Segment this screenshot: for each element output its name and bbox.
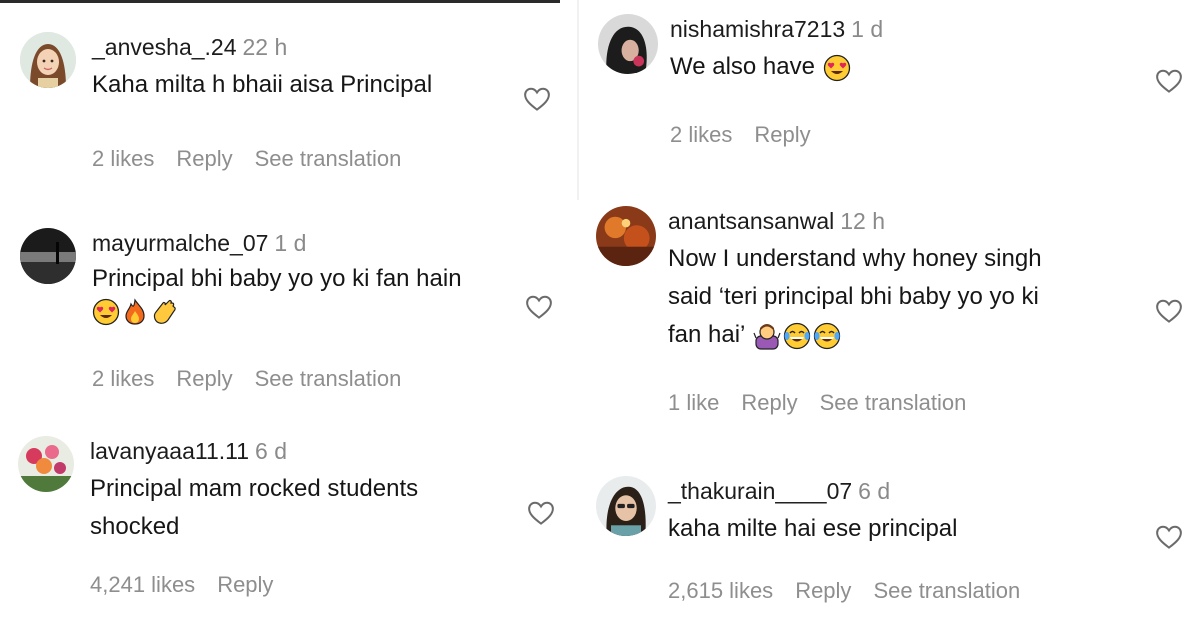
- timestamp[interactable]: 1 d: [274, 230, 306, 256]
- like-heart-icon[interactable]: [526, 498, 556, 528]
- heart-eyes-emoji: [823, 54, 851, 82]
- clapping-hands-emoji: [150, 298, 178, 326]
- avatar-girl-illustration-icon: [20, 32, 76, 88]
- timestamp[interactable]: 6 d: [255, 438, 287, 464]
- avatar-selfie-icon: [596, 476, 656, 536]
- username[interactable]: lavanyaaa11.11: [90, 438, 249, 464]
- reply-button[interactable]: Reply: [176, 366, 232, 391]
- timestamp[interactable]: 6 d: [858, 478, 890, 504]
- see-translation-link[interactable]: See translation: [820, 390, 967, 415]
- timestamp[interactable]: 22 h: [243, 34, 288, 60]
- avatar[interactable]: [596, 206, 656, 266]
- reply-button[interactable]: Reply: [217, 572, 273, 597]
- avatar[interactable]: [596, 476, 656, 536]
- avatar[interactable]: [20, 32, 76, 88]
- avatar-landscape-icon: [20, 228, 76, 284]
- comment-text: We also have: [670, 53, 815, 80]
- fire-emoji: [121, 298, 149, 326]
- see-translation-link[interactable]: See translation: [255, 366, 402, 391]
- like-heart-icon[interactable]: [524, 292, 554, 322]
- avatar-flowers-icon: [18, 436, 74, 492]
- comment-text: Principal mam rocked students: [90, 475, 419, 502]
- top-edge-strip: [0, 0, 560, 3]
- like-heart-icon[interactable]: [1154, 522, 1184, 552]
- likes-count[interactable]: 4,241 likes: [90, 572, 195, 597]
- see-translation-link[interactable]: See translation: [873, 578, 1020, 603]
- heart-eyes-emoji: [92, 298, 120, 326]
- likes-count[interactable]: 2 likes: [92, 366, 154, 391]
- avatar[interactable]: [18, 436, 74, 492]
- tears-of-joy-emoji: [783, 322, 811, 350]
- comment-text-line-3: fan hai’: [668, 321, 746, 348]
- likes-count[interactable]: 2,615 likes: [668, 578, 773, 603]
- likes-count[interactable]: 1 like: [668, 390, 719, 415]
- reply-button[interactable]: Reply: [176, 146, 232, 171]
- username[interactable]: anantsansanwal: [668, 208, 834, 234]
- username[interactable]: _thakurain____07: [668, 478, 852, 504]
- see-translation-link[interactable]: See translation: [255, 146, 402, 171]
- avatar[interactable]: [20, 228, 76, 284]
- comment-text: Kaha milta h bhaii aisa Principal: [92, 71, 433, 98]
- username[interactable]: mayurmalche_07: [92, 230, 268, 256]
- woman-shrugging-emoji: [753, 322, 781, 350]
- comment-text-line-2: said ‘teri principal bhi baby yo yo ki: [668, 283, 1039, 310]
- column-divider: [577, 0, 579, 200]
- likes-count[interactable]: 2 likes: [670, 122, 732, 147]
- comment-text: Principal bhi baby yo yo ki fan hain: [92, 265, 462, 292]
- comment-text: kaha milte hai ese principal: [668, 515, 958, 542]
- timestamp[interactable]: 12 h: [840, 208, 885, 234]
- tears-of-joy-emoji: [813, 322, 841, 350]
- username[interactable]: nishamishra7213: [670, 16, 845, 42]
- avatar-portrait-dark-icon: [598, 14, 658, 74]
- likes-count[interactable]: 2 likes: [92, 146, 154, 171]
- reply-button[interactable]: Reply: [741, 390, 797, 415]
- like-heart-icon[interactable]: [1154, 296, 1184, 326]
- comment-text-line-2: shocked: [90, 513, 180, 540]
- avatar[interactable]: [598, 14, 658, 74]
- comment-text: Now I understand why honey singh: [668, 245, 1042, 272]
- reply-button[interactable]: Reply: [754, 122, 810, 147]
- avatar-warm-photo-icon: [596, 206, 656, 266]
- reply-button[interactable]: Reply: [795, 578, 851, 603]
- timestamp[interactable]: 1 d: [851, 16, 883, 42]
- username[interactable]: _anvesha_.24: [92, 34, 237, 60]
- like-heart-icon[interactable]: [1154, 66, 1184, 96]
- like-heart-icon[interactable]: [522, 84, 552, 114]
